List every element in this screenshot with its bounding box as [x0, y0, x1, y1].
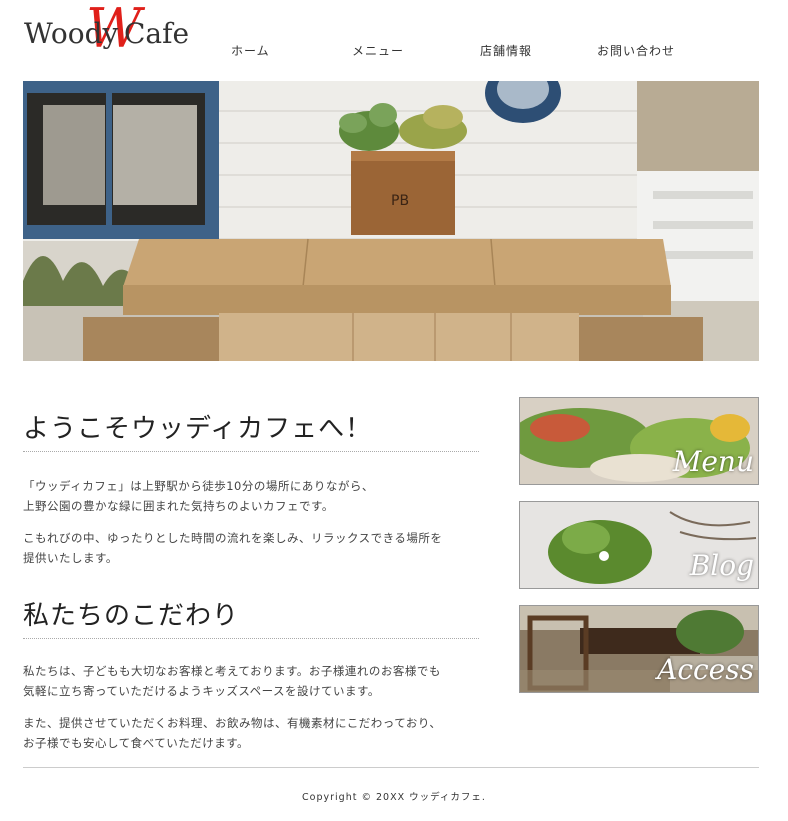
blog-banner[interactable]: Blog: [519, 501, 759, 589]
nav-home[interactable]: ホーム: [231, 42, 270, 59]
blog-banner-label: Blog: [689, 549, 754, 582]
global-nav: ホーム メニュー 店舗情報 お問い合わせ: [0, 42, 788, 60]
commitment-p2-line1: また、提供させていただくお料理、お飲み物は、有機素材にこだわっており、: [23, 716, 442, 730]
welcome-p1-line2: 上野公園の豊かな緑に囲まれた気持ちのよいカフェです。: [23, 499, 334, 513]
svg-text:PB: PB: [391, 193, 409, 209]
nav-store-info[interactable]: 店舗情報: [480, 42, 532, 59]
hero-image: PB: [23, 81, 759, 361]
welcome-p2-line1: こもれびの中、ゆったりとした時間の流れを楽しみ、リラックスできる場所を: [23, 531, 443, 545]
welcome-p2-line2: 提供いたします。: [23, 551, 118, 565]
main-content: ようこそウッディカフェへ！ 「ウッディカフェ」は上野駅から徒歩10分の場所にあり…: [23, 396, 479, 753]
menu-banner[interactable]: Menu: [519, 397, 759, 485]
welcome-p1-line1: 「ウッディカフェ」は上野駅から徒歩10分の場所にありながら、: [23, 479, 374, 493]
nav-menu[interactable]: メニュー: [352, 42, 404, 59]
nav-contact[interactable]: お問い合わせ: [597, 42, 675, 59]
access-banner[interactable]: Access: [519, 605, 759, 693]
menu-banner-label: Menu: [672, 445, 754, 478]
commitment-p1-line2: 気軽に立ち寄っていただけるようキッズスペースを設けています。: [23, 684, 380, 698]
footer-divider: [23, 767, 759, 768]
welcome-text: 「ウッディカフェ」は上野駅から徒歩10分の場所にありながら、 上野公園の豊かな緑…: [23, 476, 479, 568]
welcome-heading-block: ようこそウッディカフェへ！: [23, 396, 479, 452]
commitment-p2-line2: お子様でも安心して食べていただけます。: [23, 736, 250, 750]
access-banner-label: Access: [657, 653, 754, 686]
commitment-title: 私たちのこだわり: [23, 601, 240, 631]
commitment-text: 私たちは、子どもも大切なお客様と考えております。お子様連れのお客様でも 気軽に立…: [23, 661, 479, 753]
copyright-text: Copyright © 20XX ウッディカフェ.: [302, 792, 486, 803]
welcome-title: ようこそウッディカフェへ！: [23, 414, 373, 444]
commitment-heading-block: 私たちのこだわり: [23, 590, 479, 639]
commitment-p1-line1: 私たちは、子どもも大切なお客様と考えております。お子様連れのお客様でも: [23, 664, 441, 678]
